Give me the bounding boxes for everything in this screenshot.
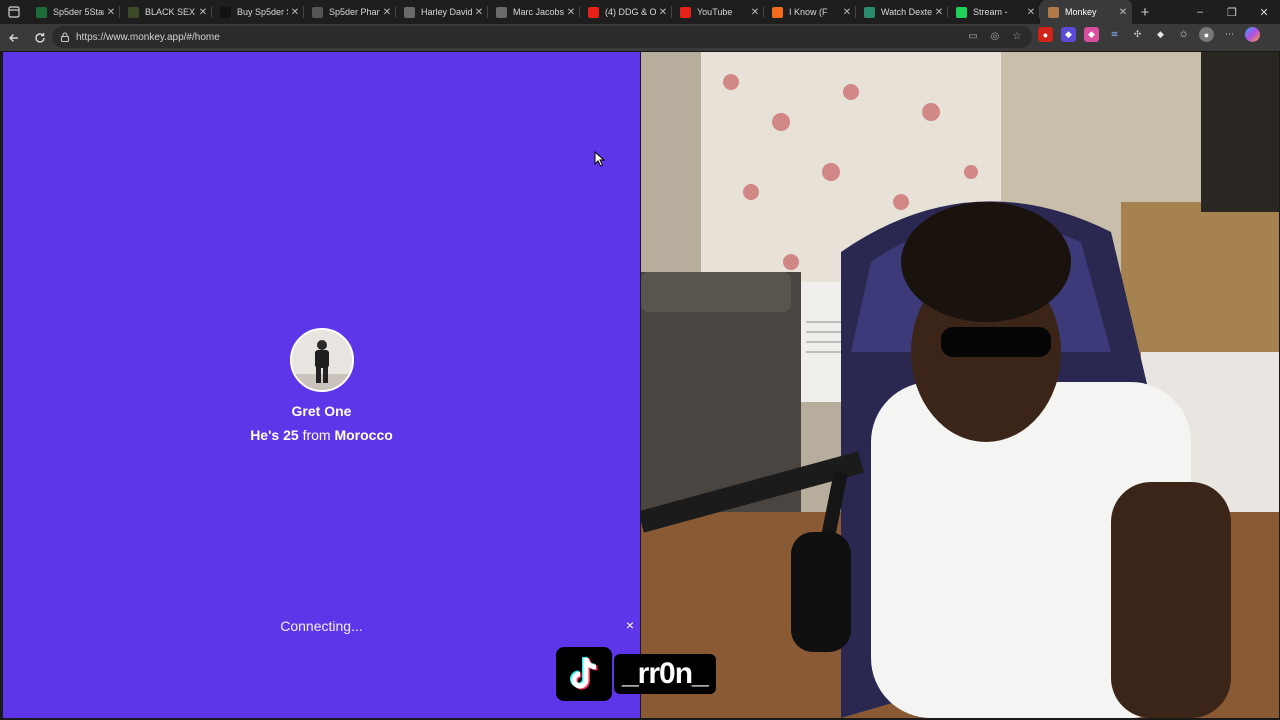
tab-title: Marc Jacobs M — [513, 7, 564, 17]
tab-favicon-icon — [404, 6, 415, 18]
more-icon[interactable]: ⋯ — [1222, 27, 1237, 42]
browser-tab[interactable]: Harley Davids ✕ — [396, 0, 488, 24]
minimize-button[interactable]: – — [1184, 0, 1216, 24]
tab-favicon-icon — [220, 6, 231, 18]
pronoun-label: He's — [250, 427, 280, 443]
wave-extension-icon[interactable]: ≋ — [1107, 27, 1122, 42]
gem-extension-icon[interactable]: ◆ — [1153, 27, 1168, 42]
puzzle-icon[interactable]: ✣ — [1130, 27, 1145, 42]
tab-title: (4) DDG & OG — [605, 7, 656, 17]
omnibox-actions: ▭ ◎ ☆ — [966, 29, 1024, 43]
tab-close-icon[interactable]: ✕ — [196, 7, 210, 18]
window-controls: – ❐ ✕ — [1184, 0, 1280, 24]
pink-extension-icon[interactable]: ◆ — [1084, 27, 1099, 42]
tab-close-icon[interactable]: ✕ — [472, 7, 486, 18]
tab-title: YouTube — [697, 7, 733, 17]
browser-tab[interactable]: I Know (F ✕ — [764, 0, 856, 24]
star-icon[interactable]: ☆ — [1010, 29, 1024, 43]
browser-tab[interactable]: (4) DDG & OG✕ — [580, 0, 672, 24]
match-panel: Gret One He's 25 from Morocco Connecting… — [3, 52, 640, 718]
tab-favicon-icon — [956, 6, 967, 18]
tab-close-icon[interactable]: ✕ — [656, 7, 670, 18]
profile-photo — [292, 330, 352, 390]
tab-favicon-icon — [680, 6, 691, 18]
tab-close-icon[interactable]: ✕ — [932, 7, 946, 18]
tab-title: Watch Dexter — [881, 7, 932, 17]
tab-close-icon[interactable]: ✕ — [564, 7, 578, 18]
tab-strip: Sp5der 5Star H✕BLACK SEX AG✕Buy Sp5der S… — [0, 0, 1280, 24]
tab-favicon-icon — [772, 6, 783, 18]
back-button[interactable] — [2, 26, 26, 50]
favorites-icon[interactable]: ✩ — [1176, 27, 1191, 42]
tab-title: Sp5der 5Star H — [53, 7, 104, 17]
tab-actions-button[interactable] — [0, 0, 28, 24]
url-text[interactable]: https://www.monkey.app/#/home — [76, 32, 220, 43]
match-details: He's 25 from Morocco — [3, 427, 640, 443]
browser-tab[interactable]: Buy Sp5der Se✕ — [212, 0, 304, 24]
tab-title: Sp5der Phant — [329, 7, 380, 17]
tab-title: Harley Davids — [421, 7, 472, 17]
address-bar[interactable]: https://www.monkey.app/#/home ▭ ◎ ☆ — [52, 26, 1032, 48]
shield-extension-icon[interactable]: ◆ — [1061, 27, 1076, 42]
browser-tab[interactable]: Watch Dexter ✕ — [856, 0, 948, 24]
tab-favicon-icon — [36, 6, 47, 18]
tab-title: Stream - — [973, 7, 1008, 17]
tiktok-logo-icon — [556, 647, 612, 701]
tab-favicon-icon — [312, 6, 323, 18]
tab-favicon-icon — [496, 6, 507, 18]
tab-close-icon[interactable]: ✕ — [288, 7, 302, 18]
tab-title: Buy Sp5der Se — [237, 7, 288, 17]
tab-title: Monkey — [1065, 7, 1097, 17]
tab-close-icon[interactable]: ✕ — [104, 7, 118, 18]
match-name: Gret One — [291, 403, 352, 419]
lock-icon — [60, 32, 70, 42]
webcam-video — [641, 52, 1279, 718]
tab-close-icon[interactable]: ✕ — [748, 7, 762, 18]
extension-badge-icon[interactable]: ● — [1038, 27, 1053, 42]
tab-close-icon[interactable]: ✕ — [1024, 7, 1038, 18]
browser-tab[interactable]: Monkey ✕ — [1040, 0, 1132, 24]
browser-tab[interactable]: Sp5der Phant ✕ — [304, 0, 396, 24]
tab-close-icon[interactable]: ✕ — [1116, 7, 1130, 18]
reload-button[interactable] — [28, 26, 52, 50]
avatar-icon[interactable]: ● — [1199, 27, 1214, 42]
tab-title: BLACK SEX AG — [145, 7, 196, 17]
tab-title: I Know (F — [789, 7, 828, 17]
browser-tab[interactable]: Stream - ✕ — [948, 0, 1040, 24]
tiktok-username: _rr0n_ — [614, 654, 716, 694]
extension-bar: ● ◆ ◆ ≋ ✣ ◆ ✩ ● ⋯ — [1038, 27, 1260, 42]
browser-tab[interactable]: Sp5der 5Star H✕ — [28, 0, 120, 24]
tabs: Sp5der 5Star H✕BLACK SEX AG✕Buy Sp5der S… — [28, 0, 1132, 24]
tab-favicon-icon — [588, 6, 599, 18]
screen-share-icon[interactable]: ▭ — [966, 29, 980, 43]
tab-favicon-icon — [128, 6, 139, 18]
age-value: 25 — [283, 427, 299, 443]
browser-tab[interactable]: Marc Jacobs M✕ — [488, 0, 580, 24]
tiktok-watermark: _rr0n_ — [556, 647, 716, 701]
new-tab-button[interactable]: + — [1132, 4, 1158, 21]
browser-toolbar: https://www.monkey.app/#/home ▭ ◎ ☆ ● ◆ … — [0, 24, 1280, 51]
connection-status: Connecting... — [280, 618, 363, 634]
copilot-icon[interactable] — [1245, 27, 1260, 42]
back-arrow-icon — [9, 33, 18, 42]
reader-icon[interactable]: ◎ — [988, 29, 1002, 43]
tab-close-icon[interactable]: ✕ — [380, 7, 394, 18]
reload-icon — [35, 32, 45, 43]
country-value: Morocco — [334, 427, 393, 443]
browser-tab[interactable]: BLACK SEX AG✕ — [120, 0, 212, 24]
restore-button[interactable]: ❐ — [1216, 0, 1248, 24]
close-window-button[interactable]: ✕ — [1248, 0, 1280, 24]
tab-favicon-icon — [864, 6, 875, 18]
from-label: from — [302, 427, 331, 443]
page-content: Gret One He's 25 from Morocco Connecting… — [0, 51, 1280, 720]
tab-close-icon[interactable]: ✕ — [840, 7, 854, 18]
profile-avatar[interactable] — [290, 328, 354, 392]
close-button[interactable]: × — [622, 617, 638, 633]
webcam-frame — [641, 52, 1279, 718]
mouse-cursor-icon — [594, 151, 606, 167]
tab-actions-icon — [8, 6, 20, 18]
browser-tab[interactable]: YouTube ✕ — [672, 0, 764, 24]
tab-favicon-icon — [1048, 6, 1059, 18]
